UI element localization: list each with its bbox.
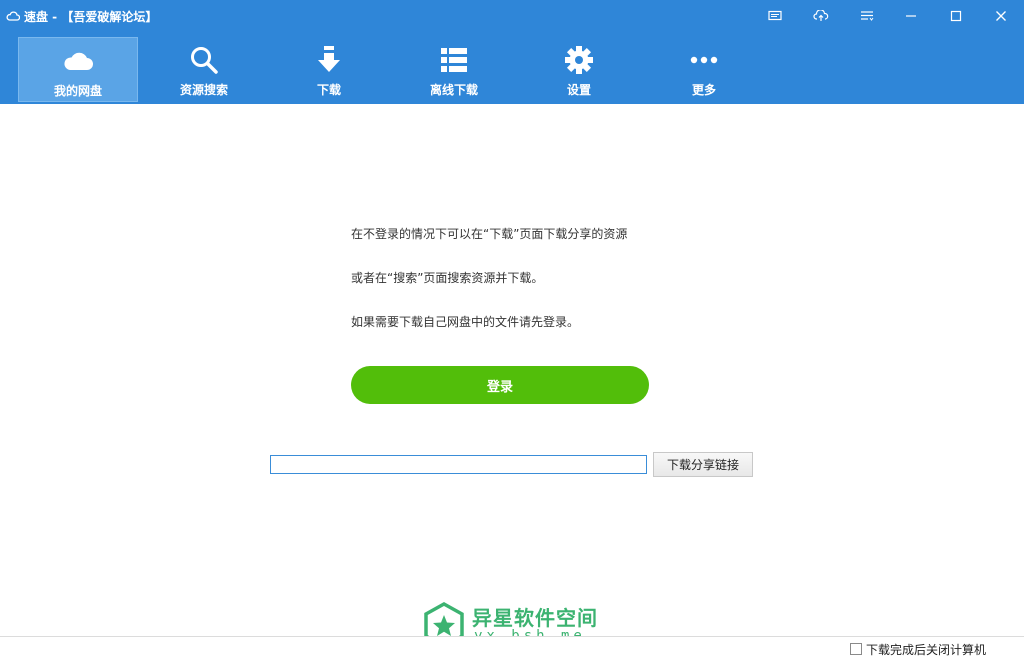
main-content: 在不登录的情况下可以在“下载”页面下载分享的资源 或者在“搜索”页面搜索资源并下… (0, 104, 1024, 651)
list-icon (438, 45, 470, 75)
top-bar: 速盘 - 【吾爱破解论坛】 我的网盘 资源搜索 下载 离线下载 设置 更多 (0, 0, 1024, 104)
nav-resource-search-label: 资源搜索 (179, 83, 228, 97)
cloud-icon (62, 46, 94, 76)
status-bar: 下载完成后关闭计算机 (0, 636, 1024, 660)
shutdown-checkbox-label[interactable]: 下载完成后关闭计算机 (866, 641, 986, 658)
info-message: 或者在“搜索”页面搜索资源并下载。 (351, 271, 544, 285)
minimize-icon[interactable] (900, 6, 922, 26)
cloud-logo-icon (6, 8, 21, 22)
nav-more-label: 更多 (691, 83, 716, 97)
nav-settings-label: 设置 (566, 83, 591, 97)
shutdown-checkbox[interactable] (850, 643, 862, 655)
nav-my-disk[interactable]: 我的网盘 (18, 37, 138, 102)
display-icon[interactable] (764, 6, 786, 26)
nav-offline-download-label: 离线下载 (429, 83, 478, 97)
nav-download[interactable]: 下载 (269, 37, 389, 102)
nav-my-disk-label: 我的网盘 (53, 84, 102, 98)
title-bar: 速盘 - 【吾爱破解论坛】 (0, 0, 1024, 32)
more-dots-icon (688, 45, 720, 75)
download-share-link-button[interactable]: 下载分享链接 (653, 452, 753, 477)
login-button[interactable]: 登录 (351, 366, 649, 404)
close-icon[interactable] (990, 6, 1012, 26)
window-title: 速盘 - 【吾爱破解论坛】 (24, 10, 158, 24)
nav-settings[interactable]: 设置 (519, 37, 639, 102)
nav-offline-download[interactable]: 离线下载 (394, 37, 514, 102)
nav-more[interactable]: 更多 (644, 37, 764, 102)
nav-download-label: 下载 (316, 83, 341, 97)
maximize-icon[interactable] (945, 6, 967, 26)
info-message: 如果需要下载自己网盘中的文件请先登录。 (351, 315, 580, 329)
menu-list-icon[interactable] (856, 6, 878, 26)
watermark-title: 异星软件空间 (472, 606, 598, 630)
gear-icon (563, 45, 595, 75)
nav-resource-search[interactable]: 资源搜索 (144, 37, 264, 102)
share-link-input[interactable] (270, 455, 647, 474)
cloud-upload-icon[interactable] (810, 6, 832, 26)
download-arrow-icon (313, 45, 345, 75)
search-icon (188, 45, 220, 75)
info-message: 在不登录的情况下可以在“下载”页面下载分享的资源 (351, 227, 628, 241)
